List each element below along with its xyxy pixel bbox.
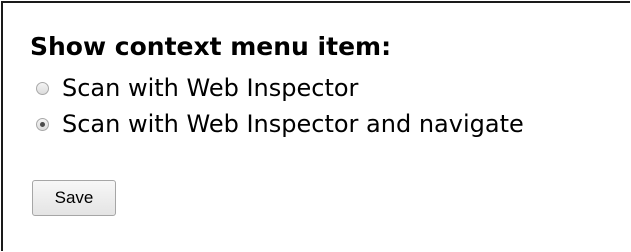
- option-scan-and-navigate-label: Scan with Web Inspector and navigate: [62, 110, 524, 138]
- radio-scan[interactable]: [36, 81, 49, 95]
- context-menu-heading: Show context menu item:: [30, 32, 392, 61]
- radio-scan-and-navigate[interactable]: [36, 117, 49, 131]
- option-scan[interactable]: Scan with Web Inspector: [36, 72, 358, 104]
- radio-selected-dot: [40, 121, 45, 127]
- save-button[interactable]: Save: [32, 180, 116, 216]
- option-scan-label: Scan with Web Inspector: [62, 74, 359, 102]
- option-scan-and-navigate[interactable]: Scan with Web Inspector and navigate: [36, 108, 524, 140]
